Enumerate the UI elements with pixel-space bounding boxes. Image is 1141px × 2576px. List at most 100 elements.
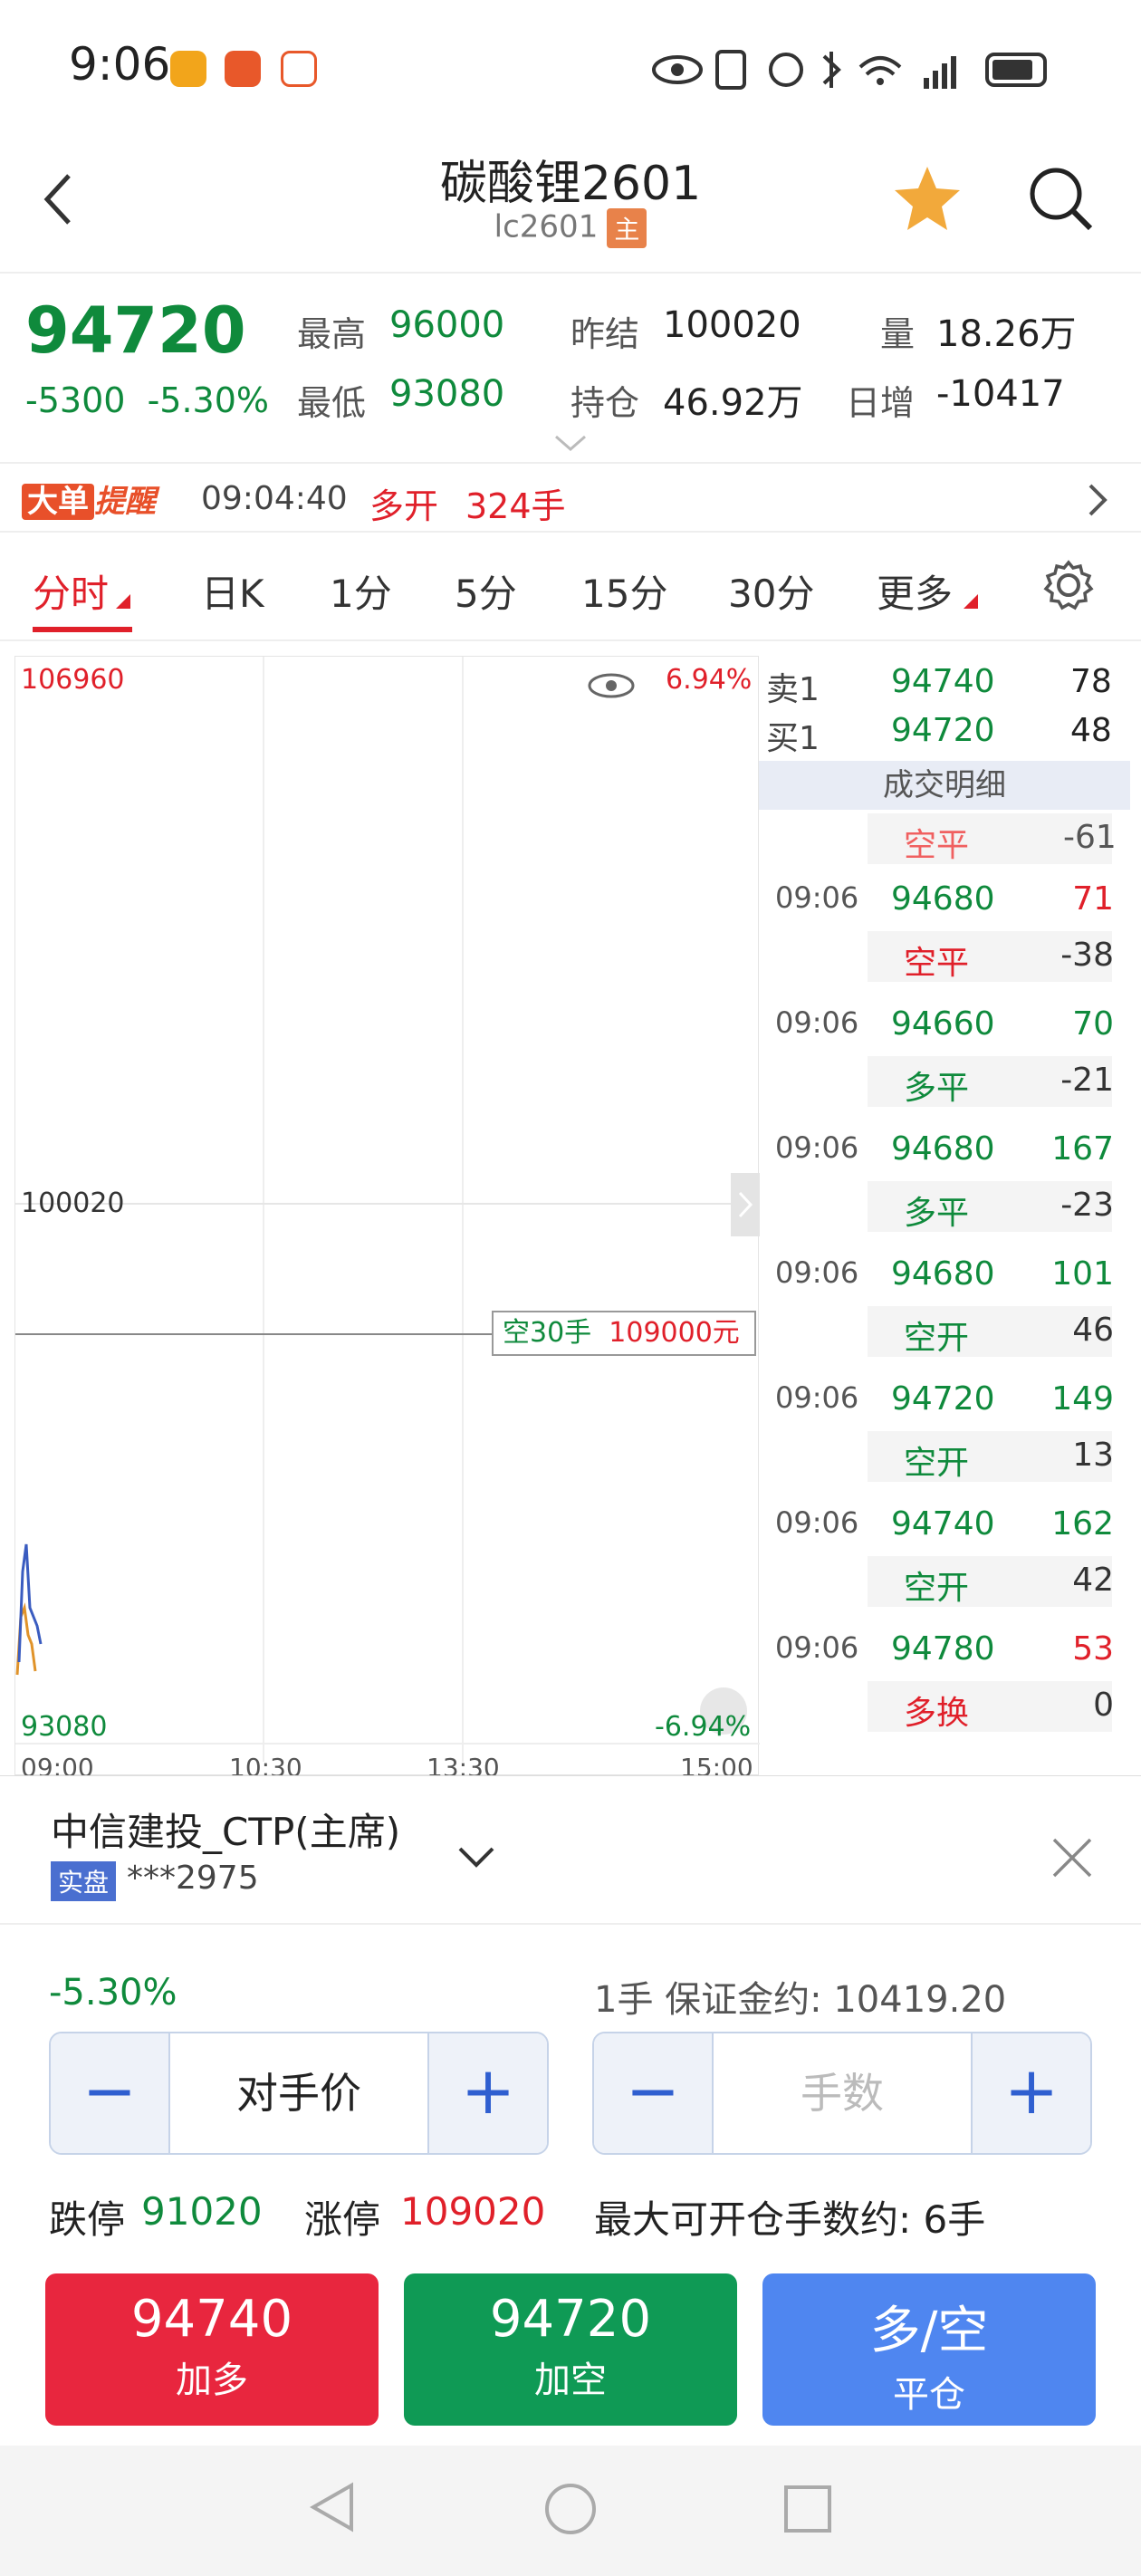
trade-qty: 167 (1051, 1130, 1114, 1168)
trade-change: 13 (1072, 1437, 1114, 1474)
sell-price: 94720 (489, 2290, 652, 2349)
max-open-lots: 最大可开仓手数约: 6手 (594, 2197, 986, 2242)
tab-30min[interactable]: 30分 (728, 563, 814, 619)
account-dropdown-icon[interactable] (456, 1845, 496, 1870)
trade-qty: 101 (1051, 1255, 1114, 1293)
sell-short-button[interactable]: 94720 加空 (404, 2273, 737, 2426)
volume-value: 18.26万 (936, 313, 1077, 355)
volume-label: 量 (880, 314, 916, 354)
open-interest-value: 46.92万 (663, 382, 803, 424)
prev-settle-value: 100020 (663, 304, 801, 346)
ask-price: 94740 (891, 663, 995, 700)
tab-more[interactable]: 更多 (877, 563, 953, 619)
expand-chevron-icon[interactable] (554, 435, 587, 453)
pending-order-tag[interactable]: 空30手 109000元 (492, 1311, 756, 1356)
chart-canvas (15, 657, 760, 1762)
alert-logo: 大单 提醒 (22, 476, 156, 521)
time-tick: 10:30 (229, 1753, 302, 1776)
trade-change: 0 (1093, 1687, 1114, 1724)
trade-type: 空平 (904, 827, 970, 864)
limit-up-value: 109020 (400, 2189, 546, 2234)
trade-price: 94740 (891, 1505, 995, 1543)
price-type-input[interactable]: 对手价 (172, 2033, 426, 2153)
alert-logo-b: 提醒 (94, 484, 156, 520)
trade-type: 空开 (904, 1320, 970, 1357)
trade-qty: 53 (1072, 1630, 1114, 1668)
tab-timeshare[interactable]: 分时 (33, 563, 109, 619)
time-tick: 09:00 (21, 1753, 94, 1776)
lots-plus-button[interactable]: + (971, 2033, 1090, 2153)
alert-time: 09:04:40 (201, 480, 348, 517)
buy-price: 94740 (130, 2290, 293, 2349)
chart-bottom-pct: -6.94% (655, 1711, 752, 1743)
system-status-icons (652, 50, 1047, 90)
buy-label: 加多 (176, 2360, 248, 2401)
trade-price: 94680 (891, 880, 995, 918)
daily-incr-value: -10417 (936, 373, 1065, 415)
price-minus-button[interactable]: − (51, 2033, 170, 2153)
trade-type: 空开 (904, 1570, 970, 1607)
change-value: -5300 (25, 380, 126, 420)
trade-change: -23 (1060, 1187, 1114, 1224)
status-time: 9:06 (69, 38, 171, 91)
trade-row: 09:06 94680 71 空平 -38 (759, 880, 1130, 1005)
trade-price: 94680 (891, 1255, 995, 1293)
order-tag-side: 空30手 (503, 1317, 592, 1349)
trade-time: 09:06 (775, 880, 859, 915)
lots-minus-button[interactable]: − (594, 2033, 714, 2153)
close-title: 多/空 (869, 2302, 989, 2360)
alert-qty: 324手 (465, 486, 566, 526)
chevron-right-icon[interactable] (1087, 482, 1108, 518)
favorite-star-icon[interactable] (891, 163, 964, 234)
alert-type: 多开 (369, 486, 439, 526)
trade-detail-header[interactable]: 成交明细 (759, 761, 1130, 810)
prev-settle-label: 昨结 (570, 314, 640, 354)
buy-long-button[interactable]: 94740 加多 (45, 2273, 379, 2426)
trade-type: 多换 (904, 1695, 970, 1732)
tab-15min[interactable]: 15分 (581, 563, 667, 619)
tab-1min[interactable]: 1分 (330, 563, 392, 619)
price-plus-button[interactable]: + (427, 2033, 547, 2153)
lots-input[interactable]: 手数 (715, 2033, 969, 2153)
low-value: 93080 (389, 373, 505, 415)
tab-5min[interactable]: 5分 (455, 563, 517, 619)
trade-row: 09:06 94660 70 多平 -21 (759, 1005, 1130, 1130)
nav-back-icon[interactable] (306, 2480, 357, 2534)
trade-change: -21 (1060, 1062, 1114, 1099)
low-label: 最低 (297, 383, 367, 423)
tab-daily-k[interactable]: 日K (201, 563, 264, 619)
trade-type: 空开 (904, 1445, 970, 1482)
bid-label: 买1 (766, 720, 820, 757)
app-notification-icon (281, 51, 317, 87)
account-name[interactable]: 中信建投_CTP(主席) (51, 1802, 400, 1857)
eye-visibility-icon[interactable] (586, 669, 637, 702)
chart-bottom-price: 93080 (21, 1711, 108, 1743)
close-position-button[interactable]: 多/空 平仓 (762, 2273, 1096, 2426)
panel-change-pct: -5.30% (49, 1972, 177, 2014)
alert-logo-a: 大单 (22, 484, 94, 520)
search-icon[interactable] (1027, 165, 1096, 234)
limit-down-label: 跌停 (49, 2197, 126, 2242)
intraday-chart[interactable]: 106960 6.94% 100020 93080 -6.94% 空30手 10… (14, 656, 760, 1776)
main-contract-badge: 主 (607, 208, 647, 248)
close-label: 平仓 (893, 2374, 965, 2416)
trade-change: -38 (1060, 937, 1114, 974)
live-account-badge: 实盘 (51, 1861, 117, 1901)
big-order-alert[interactable]: 大单 提醒 09:04:40 多开 324手 (0, 464, 1141, 533)
nav-home-icon[interactable] (543, 2482, 598, 2536)
trade-price: 94680 (891, 1130, 995, 1168)
chart-time-axis: 09:00 10:30 13:30 15:00 (15, 1753, 760, 1776)
trade-time: 09:06 (775, 1005, 859, 1040)
trade-time: 09:06 (775, 1505, 859, 1540)
page-title: 碳酸锂2601 (439, 157, 702, 211)
trade-price: 94660 (891, 1005, 995, 1043)
price-change: -5300 -5.30% (25, 380, 269, 420)
settings-gear-icon[interactable] (1043, 560, 1094, 610)
trade-type: 多平 (904, 1070, 970, 1107)
nav-recents-icon[interactable] (782, 2484, 833, 2534)
dropdown-corner-icon (964, 594, 978, 609)
close-icon[interactable] (1050, 1836, 1094, 1879)
high-label: 最高 (297, 314, 367, 354)
trade-qty: 149 (1051, 1380, 1114, 1418)
trade-type: 空平 (904, 945, 970, 982)
